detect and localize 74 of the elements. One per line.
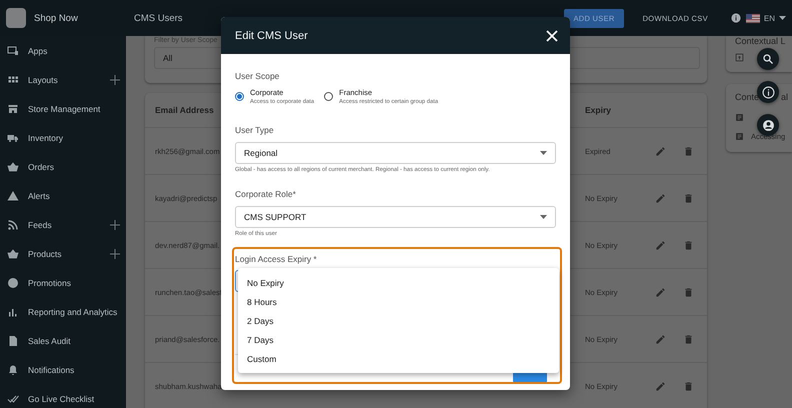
sidebar-item[interactable]: Feeds [0, 210, 126, 239]
close-button[interactable] [546, 30, 558, 42]
trash-icon[interactable] [683, 146, 694, 156]
caret-icon [779, 16, 786, 20]
menu-item[interactable]: 2 Days [238, 311, 559, 330]
store-icon [7, 102, 19, 114]
pencil-icon[interactable] [655, 334, 666, 344]
sidebar-item[interactable]: Alerts [0, 181, 126, 210]
field-label: Login Access Expiry * [235, 254, 318, 265]
info-icon[interactable] [730, 13, 741, 23]
menu-item[interactable]: Custom [238, 349, 559, 368]
field-label: User Type [235, 125, 275, 136]
trash-icon[interactable] [683, 286, 694, 298]
app-name: Shop Now [34, 12, 79, 24]
sidebar-item[interactable]: Reporting and Analytics [0, 297, 126, 326]
caret-icon [540, 215, 547, 219]
pencil-icon[interactable] [655, 286, 666, 298]
info-button[interactable] [757, 81, 779, 103]
field-label: Corporate Role* [235, 189, 297, 200]
bell-icon [7, 364, 19, 376]
logo-icon [6, 8, 26, 28]
menu-item[interactable]: No Expiry [238, 273, 559, 292]
sidebar-item[interactable]: Notifications [0, 355, 126, 384]
trash-icon[interactable] [683, 334, 694, 344]
sidebar-item[interactable]: Go Live Checklist [0, 384, 126, 408]
role-select[interactable]: CMS SUPPORT [235, 206, 556, 228]
language-label[interactable]: EN [764, 14, 775, 22]
card-title: Conte [735, 92, 760, 102]
field-label: User Scope [235, 71, 280, 82]
person-icon [762, 118, 774, 132]
basket-icon [7, 160, 19, 172]
sidebar-item[interactable]: Apps [0, 36, 126, 65]
basket-icon [7, 248, 19, 260]
rss-icon [7, 218, 19, 230]
upload-icon [735, 53, 744, 62]
badge-icon [7, 276, 19, 288]
plus-icon[interactable] [110, 220, 120, 230]
sidebar-item[interactable]: Promotions [0, 268, 126, 297]
search-icon [762, 53, 774, 65]
pencil-icon[interactable] [655, 146, 666, 156]
sidebar-item[interactable]: Products [0, 239, 126, 268]
menu-item[interactable]: 8 Hours [238, 292, 559, 311]
column-header: Email Address [155, 105, 215, 115]
card-title: Contextual L [735, 36, 786, 46]
dialog-title: Edit CMS User [235, 30, 308, 42]
trash-icon[interactable] [683, 192, 694, 204]
pencil-icon[interactable] [655, 240, 666, 250]
document-icon [735, 132, 744, 141]
radio-button[interactable] [235, 92, 244, 101]
sidebar-item[interactable]: Orders [0, 152, 126, 181]
trash-icon[interactable] [683, 380, 694, 392]
info-icon [762, 86, 774, 98]
flag-icon[interactable] [746, 14, 760, 22]
pencil-icon[interactable] [655, 192, 666, 204]
card-title: al [781, 92, 788, 102]
plus-icon[interactable] [110, 74, 120, 84]
sidebar-item[interactable]: Layouts [0, 65, 126, 94]
warning-icon [7, 190, 19, 202]
column-header: Expiry [585, 105, 612, 115]
sidebar-item[interactable]: Store Management [0, 94, 126, 123]
plus-icon[interactable] [110, 248, 120, 258]
menu-item[interactable]: 7 Days [238, 330, 559, 349]
monitor-icon [7, 44, 19, 56]
radio-button[interactable] [324, 92, 334, 101]
page-title: CMS Users [134, 12, 184, 24]
sidebar-item[interactable]: Sales Audit [0, 326, 126, 355]
grid-icon [7, 74, 19, 86]
user-type-select[interactable]: Regional [235, 142, 556, 164]
sidebar-item[interactable]: Inventory [0, 123, 126, 152]
document-icon [735, 113, 744, 122]
caret-icon [540, 151, 547, 155]
trash-icon[interactable] [683, 240, 694, 250]
pencil-icon[interactable] [655, 380, 666, 392]
document-icon [7, 334, 19, 346]
